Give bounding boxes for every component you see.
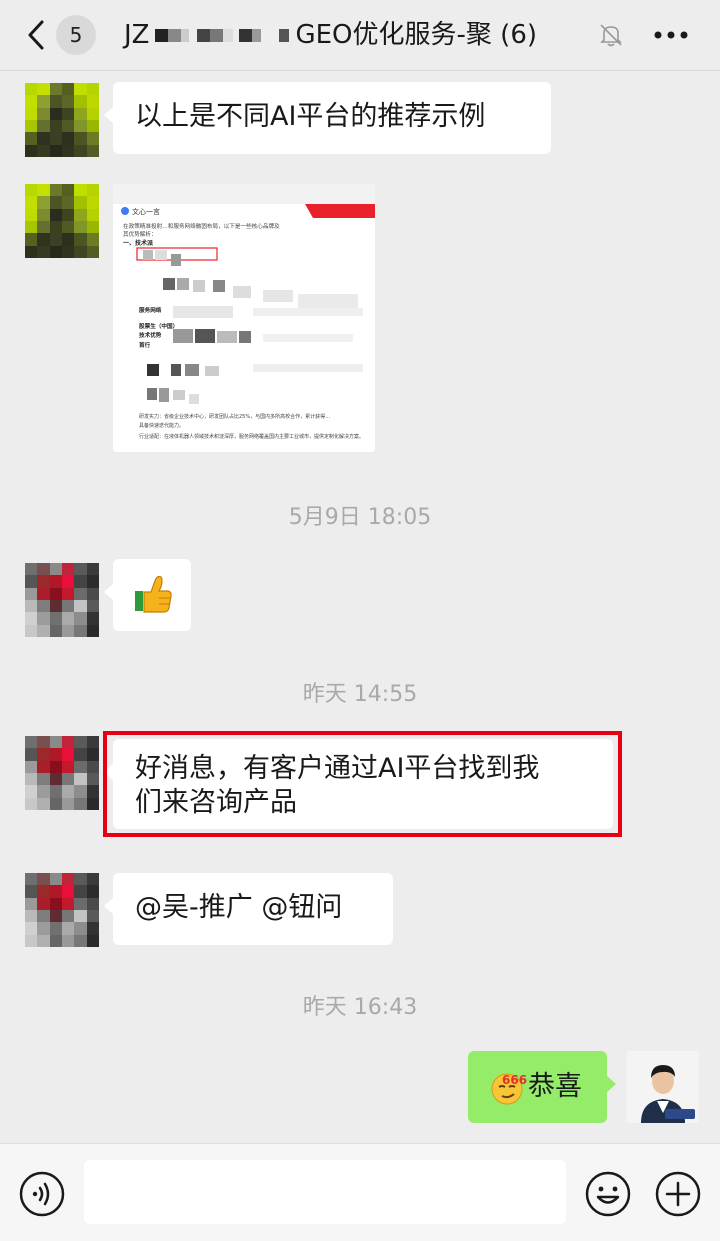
- back-icon[interactable]: [22, 18, 52, 52]
- message-text: 以上是不同AI平台的推荐示例: [135, 101, 486, 132]
- timestamp: 昨天 16:43: [302, 995, 418, 1020]
- unread-count-badge[interactable]: 5: [56, 15, 96, 55]
- message-bubble[interactable]: @吴-推广 @钮问: [104, 873, 393, 945]
- image-line: 服务网络: [139, 306, 162, 314]
- emoji-icon[interactable]: [584, 1170, 632, 1218]
- avatar[interactable]: [25, 736, 99, 810]
- image-line: 一、技术派: [123, 239, 154, 247]
- image-line: 研发实力：省级企业技术中心，研发团队占比25%，与国内多所高校合作，累计获得…: [139, 413, 330, 420]
- chat-header: 5 JZ GEO优化服务-聚 (6): [0, 0, 720, 71]
- message-input[interactable]: [84, 1160, 566, 1224]
- brand-icon: [121, 207, 129, 215]
- image-line: 具备快速迭代能力。: [139, 422, 184, 429]
- message-text: @吴-推广 @钮问: [135, 892, 343, 923]
- image-line: 股票生（中国）: [139, 322, 178, 330]
- image-line: 其优势解析：: [123, 230, 157, 238]
- image-line: 首行: [139, 341, 151, 349]
- chat-message-list[interactable]: 以上是不同AI平台的推荐示例 文心一言 在政策精准投射…和服务网络融固布局，以下…: [0, 71, 720, 1143]
- chat-title-suffix: GEO优化服务-聚 (6): [295, 20, 538, 50]
- title-redaction: [155, 28, 290, 42]
- input-bar: [0, 1143, 720, 1241]
- avatar[interactable]: [25, 83, 99, 157]
- plus-icon[interactable]: [654, 1170, 702, 1218]
- message-text: 恭喜: [528, 1071, 582, 1102]
- timestamp: 昨天 14:55: [302, 682, 418, 707]
- outgoing-message-bubble[interactable]: 666 恭喜: [468, 1051, 616, 1123]
- highlight-box: [103, 731, 622, 837]
- smirk-666-emoji-icon: 666: [488, 1068, 527, 1106]
- image-brand: 文心一言: [132, 207, 160, 216]
- screenshot-thumbnail: 文心一言 在政策精准投射…和服务网络融固布局，以下是一些核心品牌及 其优势解析：…: [113, 184, 375, 452]
- chat-title-prefix: JZ: [124, 20, 150, 50]
- person-avatar-icon: [627, 1051, 699, 1123]
- more-icon[interactable]: [652, 24, 690, 46]
- avatar[interactable]: [25, 184, 99, 258]
- chat-title[interactable]: JZ GEO优化服务-聚 (6): [124, 16, 537, 54]
- image-line: 在政策精准投射…和服务网络融固布局，以下是一些核心品牌及: [123, 222, 280, 230]
- emoji-caption: 666: [502, 1073, 528, 1087]
- timestamp: 5月9日 18:05: [288, 505, 432, 530]
- image-line: 技术优势: [139, 331, 162, 339]
- voice-icon[interactable]: [18, 1170, 66, 1218]
- my-avatar[interactable]: [627, 1051, 699, 1123]
- sticker-bubble[interactable]: [104, 559, 191, 631]
- thumbs-up-icon: [135, 575, 172, 613]
- avatar[interactable]: [25, 873, 99, 947]
- image-message[interactable]: 文心一言 在政策精准投射…和服务网络融固布局，以下是一些核心品牌及 其优势解析：…: [113, 184, 375, 452]
- mute-bell-icon: [600, 24, 622, 47]
- avatar[interactable]: [25, 563, 99, 637]
- message-bubble[interactable]: 以上是不同AI平台的推荐示例: [104, 82, 551, 154]
- image-line: 行业适配：在液体机器人领域技术积淀深厚，服务网络覆盖国内主要工业城市，提供定制化…: [139, 433, 364, 440]
